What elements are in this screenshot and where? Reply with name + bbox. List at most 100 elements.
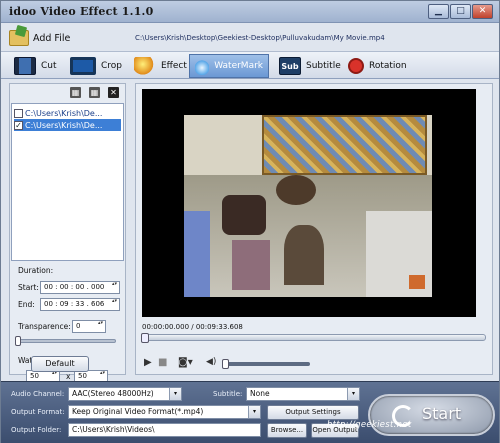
tab-rotation[interactable]: Rotation <box>343 54 412 78</box>
end-time-value: 00 : 09 : 33 . 606 <box>44 300 105 308</box>
app-window: idoo Video Effect 1.1.0 ▁ □ ✕ Add File C… <box>0 0 500 443</box>
audio-channel-label: Audio Channel: <box>11 390 65 398</box>
site-watermark-text: http://geekiest.net <box>327 420 412 430</box>
tab-watermark-label: WaterMark <box>214 61 263 71</box>
video-frame <box>184 115 432 297</box>
tab-subtitle[interactable]: Sub Subtitle <box>274 54 346 78</box>
list-item[interactable]: C:\Users\Krish\De... <box>14 107 121 119</box>
tab-crop-label: Crop <box>101 61 123 71</box>
close-button[interactable]: ✕ <box>472 4 493 19</box>
maximize-icon: □ <box>456 6 465 16</box>
add-file-label: Add File <box>33 32 71 44</box>
time-display: 00:00:00.000 / 00:09:33.608 <box>142 323 243 331</box>
transparence-slider-handle[interactable] <box>15 336 21 346</box>
text-icon: ▦ <box>90 88 99 97</box>
tab-effect[interactable]: Effect <box>129 54 192 78</box>
play-icon: ▶ <box>144 357 152 368</box>
volume-icon[interactable]: ◀) <box>206 357 216 367</box>
watermark-overlay[interactable] <box>409 275 425 289</box>
list-item-label: C:\Users\Krish\De... <box>25 120 103 130</box>
volume-handle[interactable] <box>222 359 229 369</box>
start-label: Start: <box>18 283 39 292</box>
chevron-down-icon: ▾ <box>248 406 260 418</box>
list-toolbar: ▦ ▦ ✕ <box>10 84 125 102</box>
subtitle-select[interactable]: None ▾ <box>246 387 360 401</box>
output-folder-value: C:\Users\Krish\Videos\ <box>72 425 155 434</box>
volume-slider[interactable] <box>222 359 310 369</box>
watermark-checkbox[interactable]: ✓ <box>14 120 23 130</box>
title-bar: idoo Video Effect 1.1.0 ▁ □ ✕ <box>1 1 499 23</box>
tab-watermark[interactable]: WaterMark <box>189 54 269 78</box>
duration-label: Duration: <box>18 266 54 275</box>
output-format-select[interactable]: Keep Original Video Format(*.mp4) ▾ <box>68 405 261 419</box>
watermark-checkbox[interactable] <box>14 108 23 118</box>
snapshot-button[interactable]: ◙▾ <box>178 357 193 368</box>
delete-icon: ✕ <box>110 88 117 97</box>
audio-channel-select[interactable]: AAC(Stereo 48000Hz) ▾ <box>68 387 182 401</box>
size-separator: x <box>66 372 71 381</box>
end-label: End: <box>18 300 35 309</box>
default-button[interactable]: Default <box>31 356 89 372</box>
seek-bar[interactable] <box>141 333 486 343</box>
transparence-label: Transparence: <box>18 322 71 331</box>
minimize-button[interactable]: ▁ <box>428 4 449 19</box>
ceiling-pattern <box>262 115 427 175</box>
audio-channel-value: AAC(Stereo 48000Hz) <box>72 389 154 398</box>
output-format-label: Output Format: <box>11 408 65 416</box>
tab-cut[interactable]: Cut <box>9 54 62 78</box>
browse-button[interactable]: Browse... <box>267 423 307 438</box>
minimize-icon: ▁ <box>435 6 442 16</box>
add-text-watermark-button[interactable]: ▦ <box>89 87 100 98</box>
subtitle-value: None <box>250 389 270 398</box>
output-folder-field[interactable]: C:\Users\Krish\Videos\ <box>68 423 261 437</box>
output-format-value: Keep Original Video Format(*.mp4) <box>72 407 204 416</box>
list-item[interactable]: ✓ C:\Users\Krish\De... <box>14 119 121 131</box>
watermark-list: C:\Users\Krish\De... ✓ C:\Users\Krish\De… <box>11 103 124 261</box>
start-time-value: 00 : 00 : 00 . 000 <box>44 283 105 291</box>
subtitle-icon: Sub <box>279 57 301 75</box>
tab-subtitle-label: Subtitle <box>306 61 341 71</box>
add-file-bar: Add File C:\Users\Krish\Desktop\Geekiest… <box>1 24 499 51</box>
seek-handle[interactable] <box>141 333 149 343</box>
watermark-settings-panel: ▦ ▦ ✕ C:\Users\Krish\De... ✓ C:\Users\Kr… <box>9 83 126 383</box>
add-image-watermark-button[interactable]: ▦ <box>70 87 81 98</box>
end-time-field[interactable]: 00 : 09 : 33 . 606 <box>40 298 120 311</box>
start-button-label: Start <box>422 404 462 423</box>
transparence-slider[interactable] <box>15 336 116 346</box>
subtitle-label: Subtitle: <box>213 390 243 398</box>
transparence-value: 0 <box>76 322 81 330</box>
output-settings-button[interactable]: Output Settings <box>267 405 359 420</box>
tab-bar: Cut Crop Effect WaterMark Sub Subtitle R… <box>1 51 499 79</box>
play-button[interactable]: ▶ <box>144 357 152 368</box>
video-preview[interactable] <box>142 89 476 317</box>
tab-rotation-label: Rotation <box>369 61 407 71</box>
window-title: idoo Video Effect 1.1.0 <box>9 5 154 18</box>
watermark-height-value: 50 <box>78 372 87 380</box>
current-file-path: C:\Users\Krish\Desktop\Geekiest-Desktop\… <box>135 34 385 42</box>
maximize-button[interactable]: □ <box>450 4 471 19</box>
tab-crop[interactable]: Crop <box>65 54 127 78</box>
tab-cut-label: Cut <box>41 61 57 71</box>
add-folder-icon <box>9 30 29 46</box>
list-item-label: C:\Users\Krish\De... <box>25 108 103 118</box>
sparkle-icon <box>134 57 156 75</box>
crop-icon <box>70 57 96 75</box>
camera-icon: ◙▾ <box>178 357 193 368</box>
watermark-width-value: 50 <box>30 372 39 380</box>
add-file-button[interactable]: Add File <box>9 27 70 49</box>
transparence-field[interactable]: 0 <box>72 320 106 333</box>
close-icon: ✕ <box>478 6 487 16</box>
chevron-down-icon: ▾ <box>347 388 359 400</box>
rotation-icon <box>348 58 364 74</box>
preview-panel: 00:00:00.000 / 00:09:33.608 ▶ ■ ◙▾ ◀) <box>135 83 493 375</box>
film-icon <box>14 57 36 75</box>
image-icon: ▦ <box>71 88 80 97</box>
tab-effect-label: Effect <box>161 61 187 71</box>
stop-icon: ■ <box>158 357 168 368</box>
delete-watermark-button[interactable]: ✕ <box>108 87 119 98</box>
chevron-down-icon: ▾ <box>169 388 181 400</box>
stop-button[interactable]: ■ <box>158 357 167 368</box>
start-time-field[interactable]: 00 : 00 : 00 . 000 <box>40 281 120 294</box>
output-folder-label: Output Folder: <box>11 426 62 434</box>
watermark-icon <box>195 57 210 75</box>
